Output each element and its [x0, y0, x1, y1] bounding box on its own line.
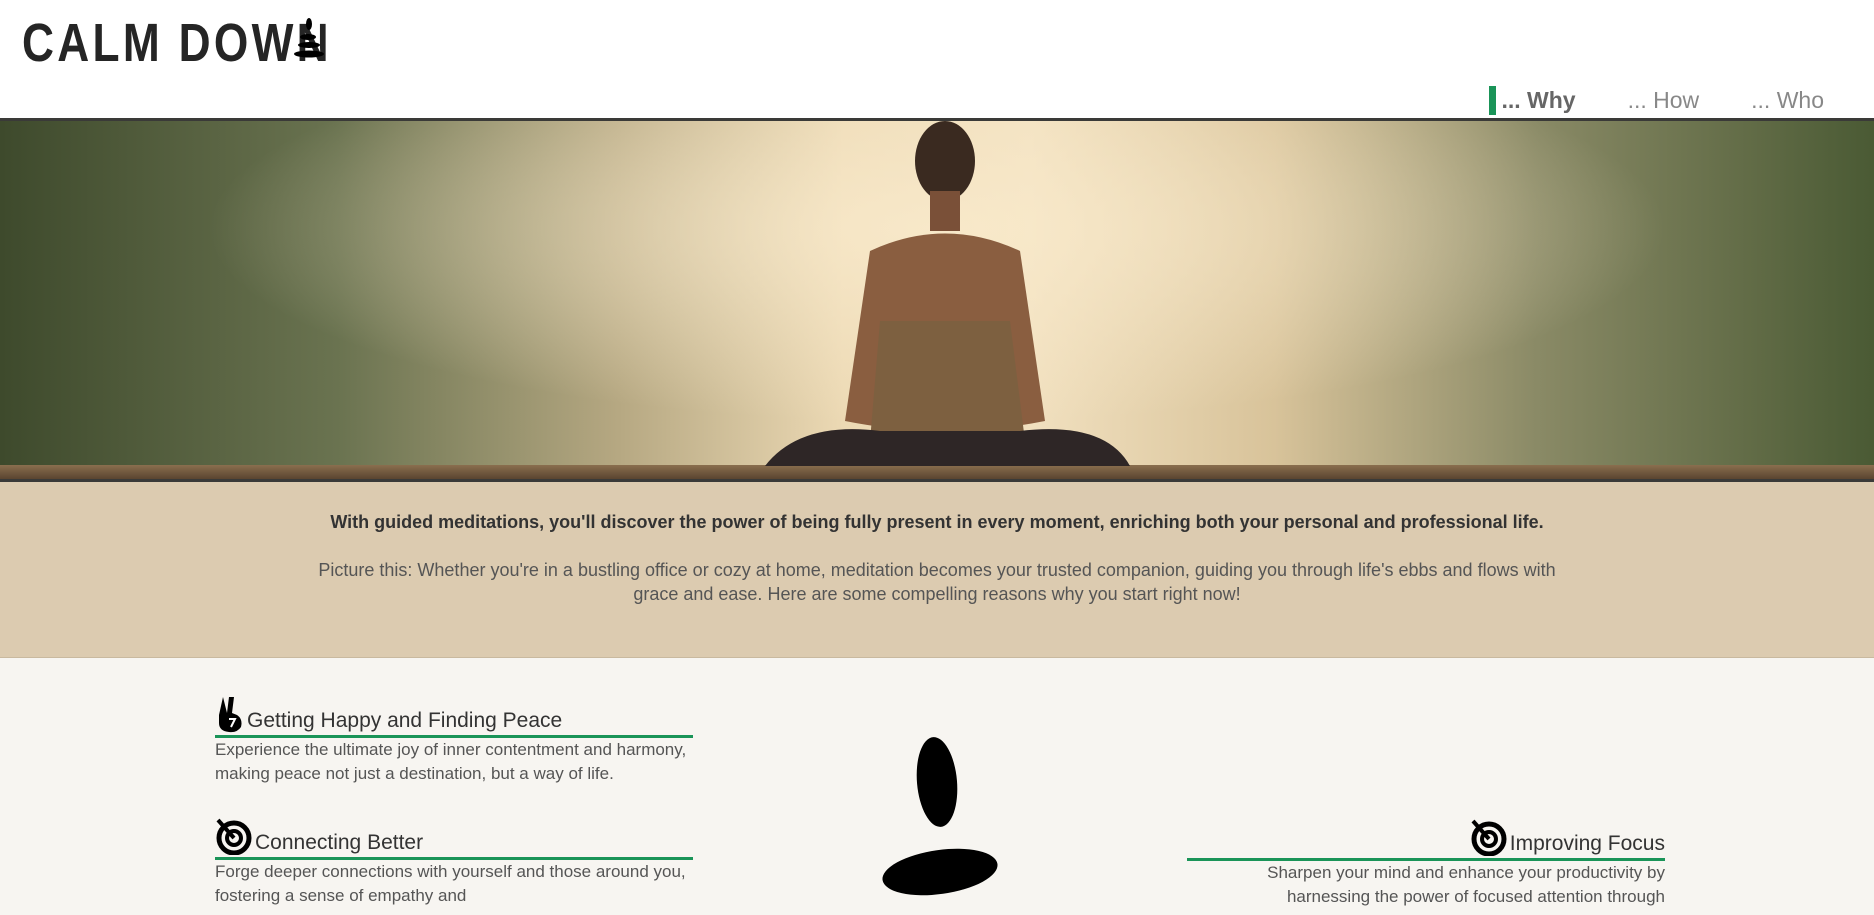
nav-how-label: ... How: [1627, 87, 1700, 113]
nav-why-label: ... Why: [1501, 87, 1576, 113]
meditating-woman-figure: [765, 121, 1130, 466]
intro-band: With guided meditations, you'll discover…: [0, 482, 1874, 658]
feature-title: Getting Happy and Finding Peace: [215, 695, 693, 738]
target-icon: [216, 818, 252, 855]
feature-title-text: Getting Happy and Finding Peace: [247, 709, 563, 732]
stacked-stones-icon: [294, 18, 324, 58]
feature-text: Sharpen your mind and enhance your produ…: [1267, 863, 1665, 906]
target-icon: [1471, 819, 1507, 856]
feature-happy: Getting Happy and Finding Peace Experien…: [215, 695, 693, 786]
nav-how[interactable]: ... How: [1628, 86, 1700, 114]
feature-title: Improving Focus: [1187, 818, 1665, 861]
intro-sub: Picture this: Whether you're in a bustli…: [318, 560, 1556, 604]
feature-focus: Improving Focus Sharpen your mind and en…: [1187, 818, 1665, 909]
feature-title: Connecting Better: [215, 817, 693, 860]
site-header: CALM DOWN ... Why ... How ... Who: [0, 0, 1874, 121]
logo-text: CALM DOWN: [22, 13, 332, 73]
feature-text: Experience the ultimate joy of inner con…: [215, 740, 687, 783]
meditation-stones-illustration: [882, 737, 998, 896]
feature-connecting: Connecting Better Forge deeper connectio…: [215, 817, 693, 908]
feature-title-text: Improving Focus: [1509, 832, 1665, 855]
intro-lead: With guided meditations, you'll discover…: [330, 512, 1544, 532]
nav-why[interactable]: ... Why: [1489, 85, 1576, 115]
feature-title-text: Connecting Better: [255, 831, 424, 854]
feature-text: Forge deeper connections with yourself a…: [215, 862, 686, 905]
nav-who[interactable]: ... Who: [1751, 86, 1824, 114]
main-nav: ... Why ... How ... Who: [1489, 85, 1874, 115]
nav-who-label: ... Who: [1751, 87, 1824, 113]
active-indicator: [1489, 85, 1497, 115]
hero-image: [0, 121, 1874, 482]
peace-hand-icon: [219, 697, 242, 733]
